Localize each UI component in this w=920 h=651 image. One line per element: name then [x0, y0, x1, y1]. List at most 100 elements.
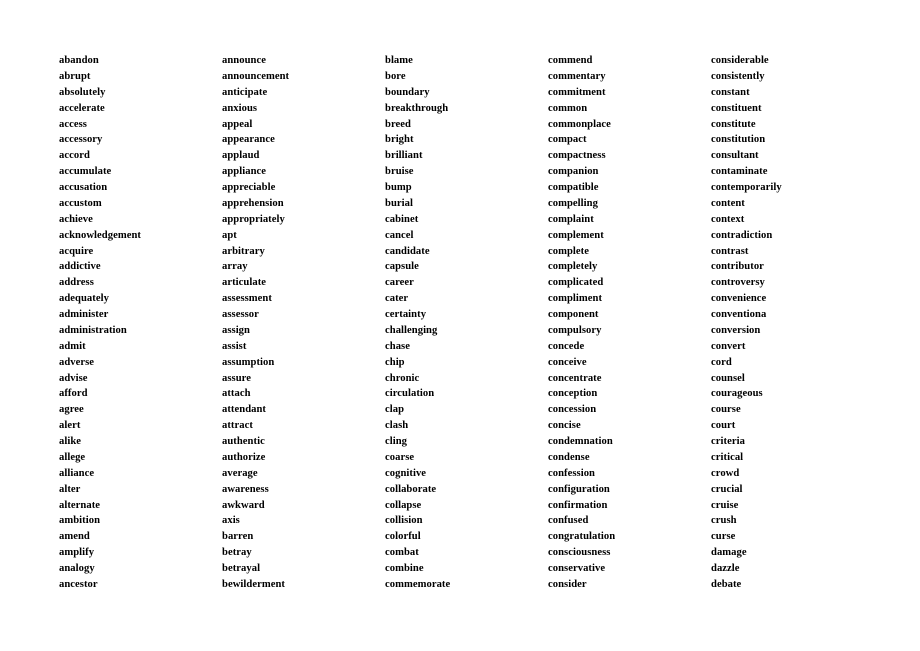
word-entry: companion [548, 166, 599, 178]
word-entry: accumulate [59, 166, 112, 178]
word-entry: constitution [711, 134, 766, 146]
word-entry: constituent [711, 102, 762, 114]
word-entry: compact [548, 134, 587, 146]
word-entry: appliance [222, 166, 267, 178]
word-entry: admit [59, 340, 86, 352]
word-entry: assumption [222, 356, 275, 368]
word-entry: amend [59, 531, 90, 543]
word-entry: anticipate [222, 86, 268, 98]
word-entry: conservative [548, 563, 606, 574]
word-entry: apprehension [222, 197, 284, 209]
word-entry: clap [385, 404, 405, 416]
word-entry: commentary [548, 70, 606, 82]
word-entry: articulate [222, 277, 267, 289]
word-entry: convert [711, 340, 746, 352]
word-entry: cognitive [385, 467, 427, 479]
word-entry: burial [385, 197, 413, 209]
word-entry: awareness [222, 483, 269, 495]
word-entry: accustom [59, 197, 102, 209]
word-entry: conventiona [711, 309, 767, 320]
word-entry: attract [222, 420, 253, 432]
word-entry: abandon [59, 55, 99, 66]
word-entry: attach [222, 388, 251, 400]
word-entry: commonplace [548, 118, 611, 130]
word-entry: damage [711, 547, 747, 559]
word-entry: complete [548, 245, 589, 257]
word-entry: alter [59, 483, 81, 495]
word-entry: abrupt [59, 70, 91, 82]
word-entry: collision [385, 515, 423, 527]
word-entry: certainty [385, 309, 427, 320]
word-entry: advise [59, 372, 88, 384]
word-entry: amplify [59, 547, 95, 559]
word-entry: assign [222, 324, 250, 336]
word-entry: ambition [59, 515, 101, 527]
word-entry: counsel [711, 372, 745, 384]
word-entry: cabinet [385, 213, 419, 225]
word-entry: context [711, 213, 745, 225]
word-entry: contaminate [711, 166, 768, 178]
word-entry: completely [548, 261, 598, 273]
word-entry: cancel [385, 229, 414, 241]
word-columns-container: abandon abrupt absolutely accelerate access a… [59, 53, 904, 593]
word-entry: cord [711, 356, 732, 368]
word-entry: congratulation [548, 531, 616, 543]
word-entry: appreciable [222, 182, 276, 193]
word-entry: contemporarily [711, 182, 782, 193]
word-entry: appropriately [222, 213, 285, 225]
word-entry: announcement [222, 70, 290, 82]
word-entry: achieve [59, 213, 93, 225]
word-entry: compelling [548, 197, 598, 209]
word-entry: consistently [711, 70, 765, 82]
word-entry: accessory [59, 134, 103, 146]
word-entry: configuration [548, 483, 610, 495]
word-entry: candidate [385, 245, 430, 257]
word-entry: average [222, 467, 258, 479]
word-entry: blame [385, 55, 413, 66]
word-entry: acquire [59, 245, 94, 257]
word-entry: compulsory [548, 324, 602, 336]
word-entry: alike [59, 436, 82, 447]
word-entry: constitute [711, 118, 756, 130]
word-entry: contributor [711, 261, 764, 273]
word-entry: appearance [222, 134, 275, 146]
word-entry: adequately [59, 293, 109, 305]
word-entry: alert [59, 420, 81, 432]
word-entry: array [222, 261, 248, 273]
word-entry: alternate [59, 499, 101, 511]
word-entry: confession [548, 467, 595, 479]
word-entry: authentic [222, 436, 265, 447]
word-entry: controversy [711, 277, 765, 289]
word-entry: bruise [385, 166, 414, 178]
word-entry: complaint [548, 213, 594, 225]
word-entry: applaud [222, 150, 260, 162]
word-entry: crush [711, 515, 737, 527]
word-entry: concise [548, 420, 581, 432]
word-entry: court [711, 420, 736, 432]
word-entry: circulation [385, 388, 435, 400]
word-entry: bright [385, 134, 414, 146]
word-column-3: blame bore boundary breakthrough breed bright… [385, 53, 548, 593]
word-entry: awkward [222, 499, 265, 511]
word-entry: bore [385, 70, 406, 82]
word-entry: collaborate [385, 483, 437, 495]
word-entry: common [548, 102, 588, 114]
word-entry: crowd [711, 467, 740, 479]
word-entry: commemorate [385, 578, 451, 590]
word-entry: clash [385, 420, 409, 432]
word-entry: condemnation [548, 436, 613, 447]
word-entry: compactness [548, 150, 606, 162]
word-entry: courageous [711, 388, 763, 400]
word-entry: cater [385, 293, 409, 305]
word-entry: compatible [548, 182, 599, 193]
word-entry: contrast [711, 245, 749, 257]
word-entry: consciousness [548, 547, 611, 559]
word-entry: course [711, 404, 741, 416]
word-entry: apt [222, 229, 237, 241]
word-entry: anxious [222, 102, 258, 114]
word-entry: addictive [59, 261, 101, 273]
word-entry: confused [548, 515, 589, 527]
word-entry: administer [59, 309, 109, 320]
word-entry: consider [548, 578, 587, 590]
word-entry: appeal [222, 118, 253, 130]
